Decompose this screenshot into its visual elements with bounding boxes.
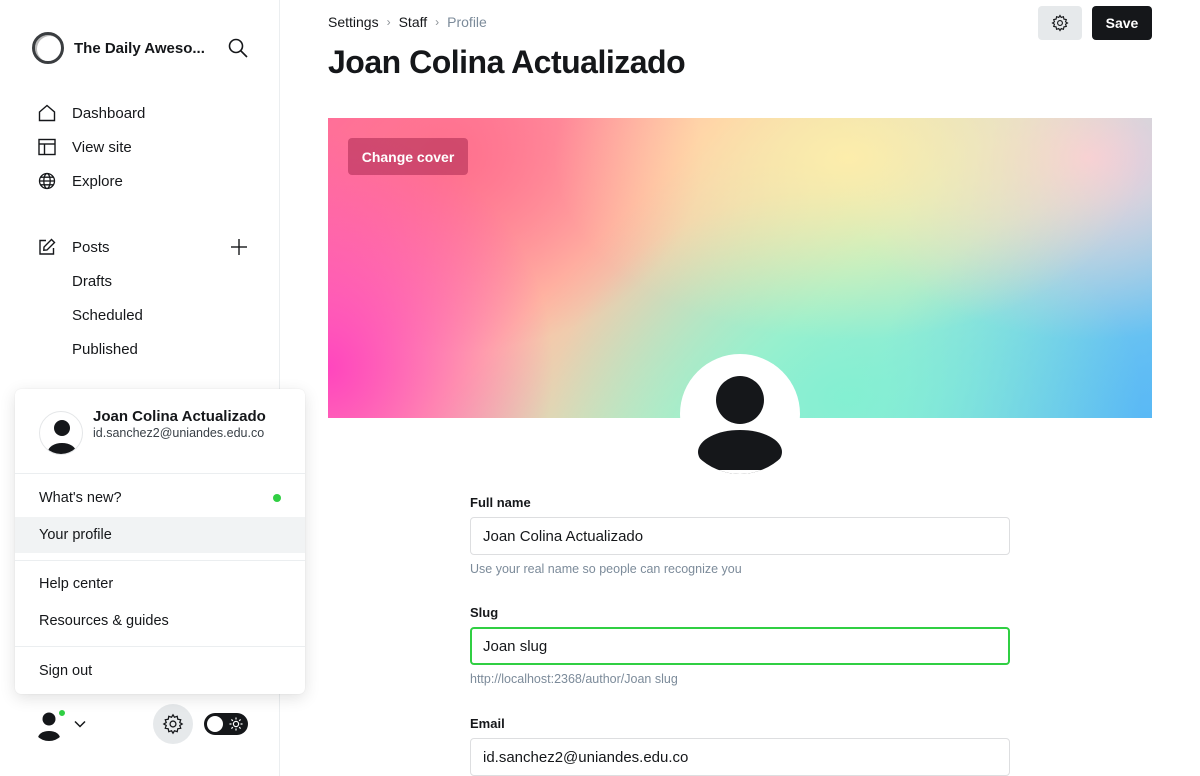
- sun-icon: [229, 717, 243, 731]
- layout-icon: [38, 138, 56, 156]
- menu-item-whats-new[interactable]: What's new?: [15, 480, 305, 516]
- profile-avatar[interactable]: [680, 354, 800, 474]
- user-menu-popover: Joan Colina Actualizado id.sanchez2@unia…: [15, 389, 305, 694]
- sidebar-item-posts[interactable]: Posts: [38, 235, 110, 259]
- gear-icon: [162, 713, 184, 735]
- menu-item-label: Resources & guides: [39, 613, 169, 629]
- chevron-right-icon: ›: [386, 15, 391, 29]
- breadcrumb-staff[interactable]: Staff: [399, 14, 428, 30]
- divider: [15, 560, 305, 561]
- change-cover-button[interactable]: Change cover: [348, 138, 468, 175]
- sidebar-item-drafts[interactable]: Drafts: [72, 269, 112, 293]
- chevron-right-icon: ›: [435, 15, 440, 29]
- slug-hint: http://localhost:2368/author/Joan slug: [470, 672, 678, 686]
- menu-item-your-profile[interactable]: Your profile: [15, 517, 305, 553]
- home-icon: [38, 104, 56, 122]
- menu-item-label: Your profile: [39, 527, 112, 543]
- user-silhouette-icon: [48, 420, 76, 454]
- theme-toggle[interactable]: [204, 713, 248, 735]
- breadcrumb-profile: Profile: [447, 14, 487, 30]
- sidebar-item-dashboard[interactable]: Dashboard: [38, 101, 145, 125]
- user-silhouette-icon: [680, 376, 800, 474]
- search-icon[interactable]: [228, 38, 248, 58]
- page-title: Joan Colina Actualizado: [328, 44, 686, 80]
- full-name-input[interactable]: [470, 517, 1010, 555]
- settings-button[interactable]: [153, 704, 193, 744]
- save-button[interactable]: Save: [1092, 6, 1152, 40]
- avatar: [39, 411, 83, 455]
- app-root: The Daily Aweso... Dashboard View site E…: [0, 0, 1200, 776]
- divider: [15, 646, 305, 647]
- sidebar-item-label: View site: [72, 138, 132, 156]
- menu-item-label: Sign out: [39, 663, 93, 679]
- email-input[interactable]: [470, 738, 1010, 776]
- toggle-knob: [207, 716, 223, 732]
- menu-item-resources[interactable]: Resources & guides: [15, 603, 305, 639]
- email-label: Email: [470, 716, 505, 731]
- breadcrumb-settings[interactable]: Settings: [328, 14, 379, 30]
- edit-icon: [39, 238, 56, 255]
- add-post-icon[interactable]: [229, 237, 249, 257]
- user-settings-button[interactable]: [1038, 6, 1082, 40]
- sidebar-item-view-site[interactable]: View site: [38, 135, 132, 159]
- breadcrumb: Settings › Staff › Profile: [328, 14, 487, 30]
- user-menu-header: [39, 411, 83, 455]
- user-name: Joan Colina Actualizado: [93, 408, 266, 425]
- sidebar-item-label: Dashboard: [72, 104, 146, 122]
- sidebar-item-explore[interactable]: Explore: [38, 169, 123, 193]
- sidebar-item-published[interactable]: Published: [72, 337, 138, 361]
- chevron-down-icon[interactable]: [73, 717, 87, 731]
- site-logo: [32, 32, 64, 64]
- brand[interactable]: The Daily Aweso...: [32, 32, 205, 64]
- menu-item-help-center[interactable]: Help center: [15, 566, 305, 602]
- globe-icon: [38, 172, 56, 190]
- sidebar-item-scheduled[interactable]: Scheduled: [72, 303, 143, 327]
- slug-input[interactable]: [470, 627, 1010, 665]
- slug-label: Slug: [470, 605, 499, 620]
- menu-item-sign-out[interactable]: Sign out: [15, 653, 305, 689]
- sidebar-item-label: Explore: [72, 172, 123, 190]
- full-name-label: Full name: [470, 495, 531, 510]
- gear-icon: [1051, 14, 1069, 32]
- menu-item-label: Help center: [39, 576, 114, 592]
- new-indicator-dot: [273, 494, 281, 502]
- site-title: The Daily Aweso...: [74, 39, 205, 57]
- user-email: id.sanchez2@uniandes.edu.co: [93, 426, 265, 440]
- full-name-hint: Use your real name so people can recogni…: [470, 562, 742, 576]
- online-status-dot: [57, 708, 67, 718]
- divider: [15, 473, 305, 474]
- menu-item-label: What's new?: [39, 490, 122, 506]
- sidebar-item-label: Posts: [72, 238, 110, 256]
